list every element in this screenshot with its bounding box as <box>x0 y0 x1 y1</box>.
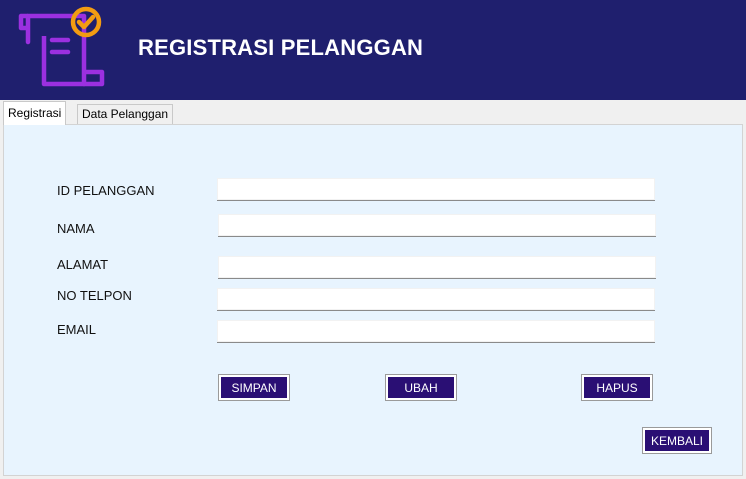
alamat-label: ALAMAT <box>57 257 109 272</box>
hapus-button[interactable]: HAPUS <box>581 374 653 401</box>
nama-input[interactable] <box>218 214 656 237</box>
checklist-scroll-icon <box>18 6 105 87</box>
simpan-button[interactable]: SIMPAN <box>218 374 290 401</box>
nama-label: NAMA <box>57 221 95 236</box>
tab-registrasi[interactable]: Registrasi <box>3 101 67 125</box>
registration-panel: ID PELANGGAN NAMA ALAMAT NO TELPON EMAIL… <box>3 124 743 476</box>
email-label: EMAIL <box>57 322 97 337</box>
no-telpon-label: NO TELPON <box>57 288 132 303</box>
app-header: REGISTRASI PELANGGAN <box>0 0 746 100</box>
id-pelanggan-label: ID PELANGGAN <box>57 183 155 198</box>
id-pelanggan-input[interactable] <box>217 178 655 201</box>
email-input[interactable] <box>217 320 655 343</box>
tab-strip: Registrasi Data Pelanggan <box>0 100 746 125</box>
no-telpon-input[interactable] <box>217 288 655 311</box>
app-title: REGISTRASI PELANGGAN <box>138 35 424 60</box>
tab-data-pelanggan[interactable]: Data Pelanggan <box>77 104 174 124</box>
alamat-input[interactable] <box>218 256 656 279</box>
kembali-button[interactable]: KEMBALI <box>642 427 712 454</box>
ubah-button[interactable]: UBAH <box>385 374 457 401</box>
